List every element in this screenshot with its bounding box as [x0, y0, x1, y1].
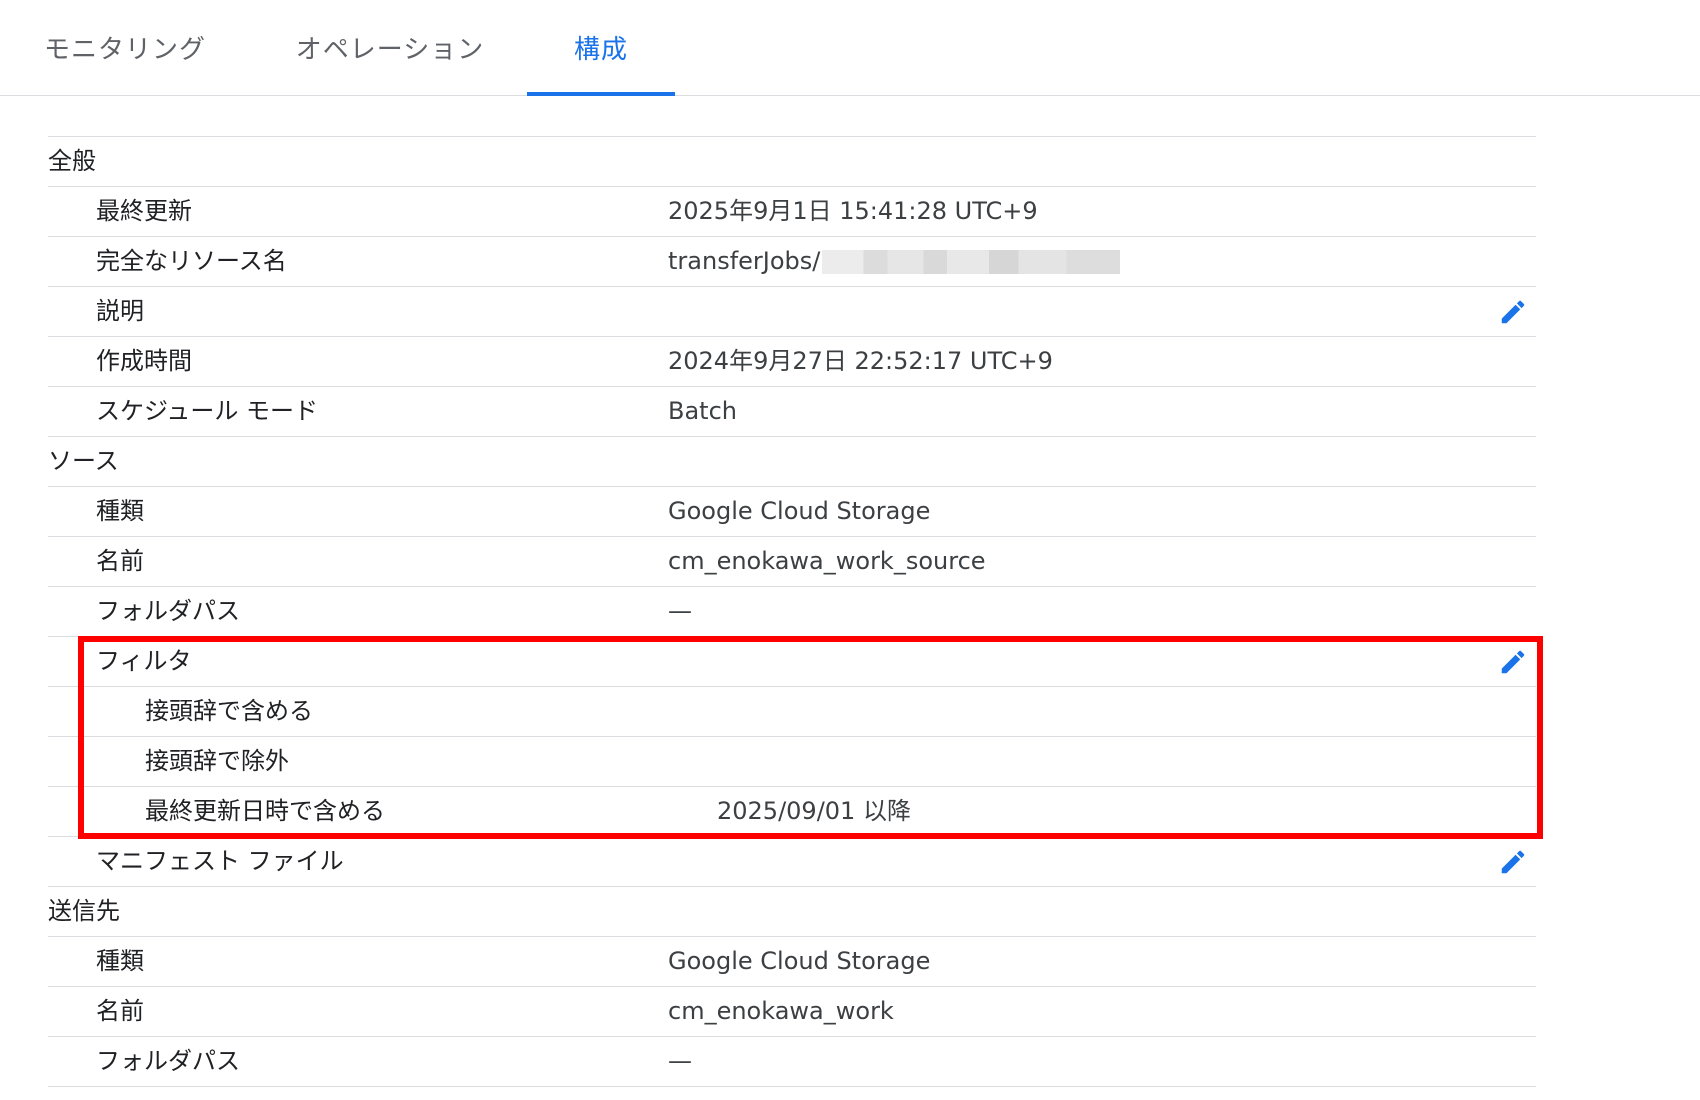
- row-include-modified: 最終更新日時で含める 2025/09/01 以降: [48, 787, 1536, 837]
- row-value: 2025年9月1日 15:41:28 UTC+9: [668, 197, 1038, 225]
- row-value: Google Cloud Storage: [668, 497, 931, 525]
- row-label: スケジュール モード: [96, 397, 318, 425]
- row-value: —: [668, 597, 692, 625]
- row-value: transferJobs/: [668, 237, 1121, 286]
- row-source-name: 名前 cm_enokawa_work_source: [48, 537, 1536, 587]
- section-header-source: ソース: [48, 437, 1536, 487]
- row-source-folder: フォルダパス —: [48, 587, 1536, 637]
- row-source-type: 種類 Google Cloud Storage: [48, 487, 1536, 537]
- row-value: Batch: [668, 397, 737, 425]
- resource-name-prefix: transferJobs/: [668, 247, 821, 275]
- section-title: 送信先: [48, 897, 120, 925]
- tab-bar: モニタリング オペレーション 構成: [0, 0, 1700, 96]
- tab-monitoring[interactable]: モニタリング: [30, 0, 220, 95]
- row-resource-name: 完全なリソース名 transferJobs/: [48, 237, 1536, 287]
- row-description: 説明: [48, 287, 1536, 337]
- row-label: 種類: [96, 497, 144, 525]
- row-label: 名前: [96, 997, 144, 1025]
- row-label: 最終更新日時で含める: [145, 797, 385, 825]
- row-value: cm_enokawa_work_source: [668, 547, 986, 575]
- section-title: 全般: [48, 147, 96, 175]
- row-destination-folder: フォルダパス —: [48, 1037, 1536, 1087]
- redacted-block: [822, 250, 1121, 274]
- row-label: 作成時間: [96, 347, 192, 375]
- row-value: —: [668, 1047, 692, 1075]
- row-filter: フィルタ: [48, 637, 1536, 687]
- row-label: 種類: [96, 947, 144, 975]
- edit-filter-button[interactable]: [1498, 647, 1528, 677]
- row-label: 完全なリソース名: [96, 247, 287, 275]
- row-manifest-file: マニフェスト ファイル: [48, 837, 1536, 887]
- row-value: 2024年9月27日 22:52:17 UTC+9: [668, 347, 1053, 375]
- pencil-icon: [1501, 850, 1525, 874]
- row-destination-type: 種類 Google Cloud Storage: [48, 937, 1536, 987]
- row-label: 名前: [96, 547, 144, 575]
- row-label: フォルダパス: [96, 1047, 240, 1075]
- row-destination-name: 名前 cm_enokawa_work: [48, 987, 1536, 1037]
- config-table: 全般 最終更新 2025年9月1日 15:41:28 UTC+9 完全なリソース…: [48, 136, 1536, 1087]
- section-title: ソース: [48, 447, 119, 475]
- edit-description-button[interactable]: [1498, 297, 1528, 327]
- section-header-general: 全般: [48, 137, 1536, 187]
- row-label: 最終更新: [96, 197, 192, 225]
- edit-manifest-button[interactable]: [1498, 847, 1528, 877]
- row-label: 説明: [96, 297, 144, 325]
- row-label: 接頭辞で含める: [145, 697, 313, 725]
- section-header-destination: 送信先: [48, 887, 1536, 937]
- pencil-icon: [1501, 300, 1525, 324]
- tab-operations[interactable]: オペレーション: [280, 0, 500, 95]
- row-last-updated: 最終更新 2025年9月1日 15:41:28 UTC+9: [48, 187, 1536, 237]
- row-include-prefix: 接頭辞で含める: [48, 687, 1536, 737]
- row-value: Google Cloud Storage: [668, 947, 931, 975]
- row-label: フィルタ: [96, 647, 192, 675]
- tab-configuration[interactable]: 構成: [527, 0, 675, 96]
- transfer-job-config-page: モニタリング オペレーション 構成 全般 最終更新 2025年9月1日 15:4…: [0, 0, 1700, 1100]
- row-label: フォルダパス: [96, 597, 240, 625]
- pencil-icon: [1501, 650, 1525, 674]
- row-schedule-mode: スケジュール モード Batch: [48, 387, 1536, 437]
- row-exclude-prefix: 接頭辞で除外: [48, 737, 1536, 787]
- row-value: 2025/09/01 以降: [717, 797, 911, 825]
- row-value: cm_enokawa_work: [668, 997, 894, 1025]
- row-label: マニフェスト ファイル: [96, 847, 344, 875]
- row-created-time: 作成時間 2024年9月27日 22:52:17 UTC+9: [48, 337, 1536, 387]
- row-label: 接頭辞で除外: [145, 747, 289, 775]
